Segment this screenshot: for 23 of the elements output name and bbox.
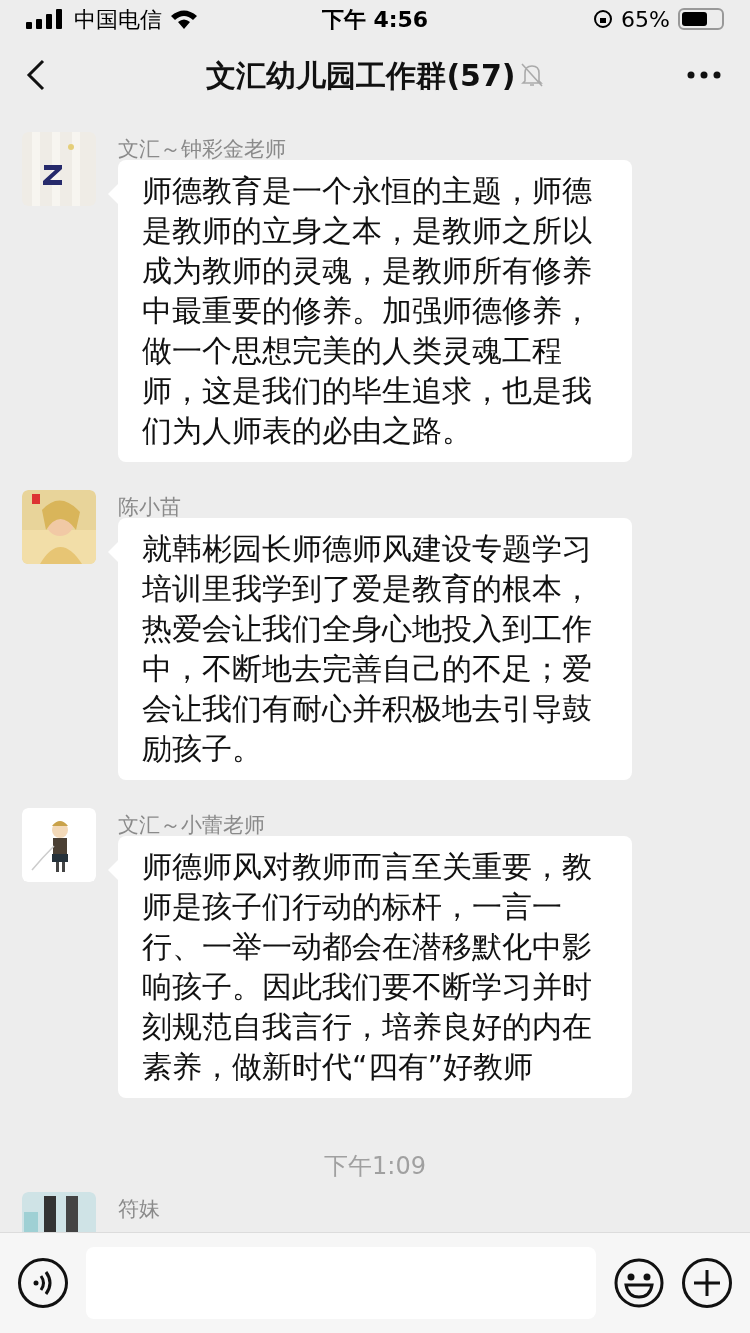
sender-name: 符妹 (118, 1198, 160, 1220)
chat-title: 文汇幼儿园工作群(57) (206, 56, 516, 95)
message-bubble: 就韩彬园长师德师风建设专题学习培训里我学到了爱是教育的根本，热爱会让我们全身心地投入到工作中，不断地去完善自己的不足；爱会让我们有耐心并积极地去引导鼓励孩子。 (118, 518, 632, 780)
battery-percent: 65% (621, 5, 670, 34)
plus-icon (694, 1270, 720, 1296)
sender-name: 文汇～钟彩金老师 (118, 138, 287, 160)
timestamp: 下午1:09 (324, 1151, 426, 1182)
emoji-button[interactable] (614, 1258, 664, 1308)
sender-name: 陈小苗 (118, 496, 182, 518)
message-bubble: 师德师风对教师而言至关重要，教师是孩子们行动的标杆，一言一行、一举一动都会在潜移默化中影响孩子。因此我们要不断学习并时刻规范自我言行，培养良好的内在素养，做新时代“四有”好教师 (118, 836, 632, 1098)
carrier-name: 中国电信 (74, 5, 162, 34)
battery-icon (678, 8, 724, 30)
voice-button[interactable] (18, 1258, 68, 1308)
rotation-lock-icon (593, 9, 614, 29)
more-icon (687, 71, 721, 79)
add-button[interactable] (682, 1258, 732, 1308)
back-icon (26, 59, 46, 91)
smiley-icon (614, 1258, 664, 1308)
wifi-icon (170, 9, 198, 29)
clock-time: 下午 4:56 (320, 5, 430, 34)
sender-name: 文汇～小蕾老师 (118, 814, 266, 836)
voice-icon (32, 1271, 54, 1295)
message-bubble: 师德教育是一个永恒的主题，师德是教师的立身之本，是教师之所以成为教师的灵魂，是教师所有修养中最重要的修养。加强师德修养，做一个思想完美的人类灵魂工程师，这是我们的毕生追求，也是我们为人师表的必由之路。 (118, 160, 632, 462)
